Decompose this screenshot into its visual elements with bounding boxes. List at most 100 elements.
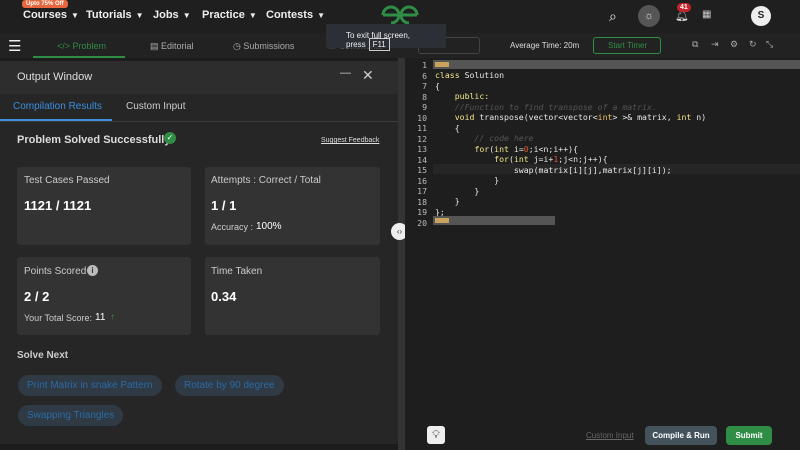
tab-submissions[interactable]: ◷ Submissions [233, 41, 294, 52]
code-line: } [435, 175, 500, 185]
average-time: Average Time: 20m [510, 41, 580, 50]
tab-editorial[interactable]: ▤ Editorial [150, 41, 194, 52]
line-number: 12 [417, 133, 427, 144]
output-window: Output Window — ✕ Compilation Results Cu… [0, 61, 398, 444]
line-number: 10 [417, 112, 427, 123]
info-icon[interactable]: i [87, 265, 98, 276]
code-line: for(int i=0;i<n;i++){ [474, 143, 578, 154]
solve-next-heading: Solve Next [17, 350, 69, 361]
submit-button[interactable]: Submit [726, 426, 772, 445]
tooltip-key: F11 [368, 38, 390, 51]
theme-toggle-icon[interactable]: ☼ [638, 5, 660, 27]
export-icon[interactable]: ⇥ [711, 39, 719, 50]
code-line: void transpose(vector<vector<int> >& mat… [454, 112, 707, 122]
chevron-down-icon: ▼ [135, 11, 144, 20]
code-line: public: [454, 91, 490, 101]
attempts-value: 1 / 1 [211, 198, 237, 213]
chevron-down-icon: ▼ [317, 11, 325, 20]
search-icon[interactable]: ⌕ [609, 8, 617, 25]
code-line: class Solution [435, 70, 505, 80]
close-icon[interactable]: ✕ [362, 67, 374, 84]
notification-badge: 41 [677, 3, 691, 12]
line-number: 13 [417, 144, 427, 154]
next-problem-chip[interactable]: Swapping Triangles [18, 405, 124, 426]
translate-icon[interactable]: ▦ [702, 9, 711, 20]
nav-courses[interactable]: Courses ▼ [23, 9, 79, 21]
line-number: 1 [422, 60, 427, 70]
tab-compilation-results[interactable]: Compilation Results [13, 101, 102, 112]
line-number: 7 [422, 81, 427, 91]
line-number: 15 [417, 165, 427, 175]
fold-icon [435, 62, 449, 67]
attempts-label: Attempts : Correct / Total [211, 175, 321, 186]
line-number: 19 [417, 207, 427, 217]
points-label: Points Scored [24, 266, 87, 277]
settings-icon[interactable]: ⚙ [730, 39, 738, 50]
next-problem-chip[interactable]: Print Matrix in snake Pattern [18, 375, 162, 396]
panel-divider[interactable] [398, 58, 405, 450]
code-line: } [435, 185, 480, 196]
code-icon: </> [57, 41, 73, 51]
next-problem-chip[interactable]: Rotate by 90 degree [175, 375, 284, 396]
code-line: for(int j=i+1;j<n;j++){ [494, 154, 608, 164]
chevron-down-icon: ▼ [71, 11, 79, 20]
nav-label: Courses [23, 9, 68, 21]
nav-contests[interactable]: Contests ▼ [266, 9, 325, 21]
line-number: 17 [417, 186, 427, 196]
line-number: 16 [417, 175, 427, 186]
menu-icon[interactable]: ☰ [8, 37, 21, 55]
minimize-icon[interactable]: — [340, 67, 351, 79]
nav-label: Practice [202, 9, 245, 21]
nav-tutorials[interactable]: Tutorials ▼ [86, 9, 144, 21]
tab-problem[interactable]: </> Problem [57, 41, 106, 51]
code-editor[interactable]: 1 6 7 8 9 10 11 12 13 14 15 16 17 18 19 20 class Soluti… [405, 58, 800, 420]
reset-icon[interactable]: ↻ [749, 39, 757, 50]
hint-bulb-icon[interactable]: 💡︎ [427, 426, 445, 444]
gfg-logo[interactable] [380, 4, 420, 26]
nav-label: Tutorials [86, 9, 132, 21]
line-number: 11 [417, 123, 427, 133]
tab-custom-input[interactable]: Custom Input [126, 101, 185, 112]
tab-label: Editorial [161, 41, 194, 51]
total-score-value: 11 [95, 312, 106, 323]
active-tab-underline [33, 56, 125, 58]
copy-icon[interactable]: ⧉ [692, 39, 698, 50]
accuracy-label: Accuracy : [211, 222, 254, 232]
points-card: Points Scored i 2 / 2 Your Total Score: … [17, 257, 191, 335]
suggest-feedback-link[interactable]: Suggest Feedback [321, 137, 379, 144]
nav-practice[interactable]: Practice ▼ [202, 9, 257, 21]
time-label: Time Taken [211, 266, 263, 277]
tests-value: 1121 / 1121 [24, 198, 92, 213]
output-window-title: Output Window [17, 71, 93, 83]
start-timer-button[interactable]: Start Timer [593, 37, 661, 54]
line-number: 18 [417, 196, 427, 207]
code-line: swap(matrix[i][j],matrix[j][i]); [435, 164, 672, 175]
code-line: // code here [435, 133, 534, 143]
test-cases-card: Test Cases Passed 1121 / 1121 [17, 167, 191, 245]
folded-code-marker[interactable] [433, 216, 555, 225]
folded-code-marker[interactable] [433, 60, 800, 69]
code-line: } [435, 196, 460, 206]
points-value: 2 / 2 [24, 289, 50, 304]
nav-label: Contests [266, 9, 314, 21]
editor-footer: 💡︎ Custom Input Compile & Run Submit [405, 420, 800, 450]
code-line: //Function to find transpose of a matrix… [435, 101, 657, 112]
custom-input-link[interactable]: Custom Input [586, 431, 634, 440]
nav-jobs[interactable]: Jobs ▼ [153, 9, 191, 21]
fullscreen-icon[interactable]: ⤡ [766, 39, 773, 50]
nav-label: Jobs [153, 9, 179, 21]
tests-label: Test Cases Passed [24, 175, 110, 186]
document-icon: ▤ [150, 41, 162, 51]
code-line: }; [435, 206, 445, 217]
check-icon: ✓ [164, 132, 176, 144]
time-value: 0.34 [211, 289, 237, 304]
line-number: 20 [417, 217, 427, 228]
avatar[interactable]: S [751, 6, 771, 26]
compile-run-button[interactable]: Compile & Run [645, 426, 717, 445]
divider [0, 121, 398, 122]
promo-badge: Upto 75% Off [22, 0, 68, 8]
chevron-down-icon: ▼ [182, 11, 191, 20]
tab-label: Problem [72, 41, 107, 51]
start-timer-label: Start Timer [608, 41, 648, 50]
code-line: { [435, 122, 460, 133]
